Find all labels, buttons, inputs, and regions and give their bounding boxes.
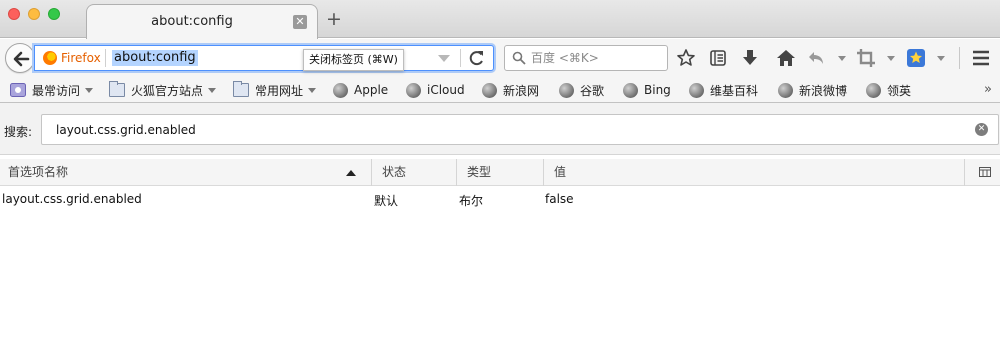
folder-icon xyxy=(233,81,249,97)
globe-icon xyxy=(559,82,574,98)
globe-icon xyxy=(482,82,497,98)
bookmark-most-visited[interactable]: 最常访问 xyxy=(10,81,94,99)
favorites-dropdown-icon[interactable] xyxy=(937,56,945,61)
firefox-logo-icon xyxy=(43,51,57,65)
most-visited-icon xyxy=(10,83,26,97)
back-arrow-icon xyxy=(13,51,30,67)
globe-icon xyxy=(406,82,421,98)
bookmark-label: 新浪微博 xyxy=(799,83,848,98)
bookmark-icloud[interactable]: iCloud xyxy=(406,81,465,99)
filter-bar: 搜索: layout.css.grid.enabled ✕ xyxy=(0,103,1000,155)
bookmark-apple[interactable]: Apple xyxy=(333,81,388,99)
url-bar[interactable]: Firefox about:config xyxy=(34,45,494,71)
search-bar[interactable] xyxy=(504,45,668,71)
bookmark-wikipedia[interactable]: 维基百科 xyxy=(689,81,758,99)
globe-icon xyxy=(866,82,881,98)
home-icon[interactable] xyxy=(776,48,796,68)
bookmarks-toolbar: 最常访问 火狐官方站点 常用网址 Apple iCloud 新浪网 谷歌 Bin… xyxy=(0,77,1000,103)
window-zoom-button[interactable] xyxy=(48,8,60,20)
bookmark-label: 谷歌 xyxy=(580,83,605,98)
reload-icon[interactable] xyxy=(467,49,487,67)
bookmark-label: 最常访问 xyxy=(32,83,81,98)
url-divider xyxy=(460,49,461,67)
tab-title: about:config xyxy=(151,14,233,29)
bookmark-bing[interactable]: Bing xyxy=(623,81,671,99)
chevron-down-icon xyxy=(85,87,94,93)
bookmark-google[interactable]: 谷歌 xyxy=(559,81,604,99)
bookmark-label: 维基百科 xyxy=(710,83,759,98)
search-icon xyxy=(512,51,526,65)
clear-search-icon[interactable]: ✕ xyxy=(975,123,988,136)
pref-status: 默认 xyxy=(374,194,399,208)
bookmarks-menu-icon[interactable] xyxy=(708,48,728,68)
favorites-star-icon[interactable] xyxy=(906,48,926,68)
tab-close-icon[interactable]: ✕ xyxy=(293,15,307,29)
column-name[interactable]: 首选项名称 xyxy=(0,159,372,186)
search-value: layout.css.grid.enabled xyxy=(56,123,196,137)
identity-divider xyxy=(105,49,106,67)
column-status[interactable]: 状态 xyxy=(372,159,457,186)
column-status-label: 状态 xyxy=(382,165,407,179)
bookmark-label: 领英 xyxy=(887,83,912,98)
crop-dropdown-icon[interactable] xyxy=(887,56,895,61)
undo-dropdown-icon[interactable] xyxy=(838,56,846,61)
toolbar-separator xyxy=(959,47,960,69)
title-bar: about:config ✕ + xyxy=(0,0,1000,39)
close-tab-tooltip: 关闭标签页 (⌘W) xyxy=(303,49,404,71)
column-value[interactable]: 值 xyxy=(544,159,965,186)
bookmark-folder-firefox-sites[interactable]: 火狐官方站点 xyxy=(109,81,217,99)
more-bookmarks-chevron-icon[interactable]: » xyxy=(984,82,992,97)
bookmark-sina[interactable]: 新浪网 xyxy=(482,81,539,99)
column-value-label: 值 xyxy=(554,165,567,179)
globe-icon xyxy=(333,82,348,98)
bookmark-label: 常用网址 xyxy=(255,83,304,98)
bookmark-label: Apple xyxy=(354,83,389,97)
bookmark-star-icon[interactable] xyxy=(676,48,696,68)
sort-ascending-icon[interactable] xyxy=(346,170,356,176)
bookmark-label: Bing xyxy=(644,83,671,97)
history-dropdown-icon[interactable] xyxy=(438,55,450,62)
pref-value: false xyxy=(545,192,574,206)
table-row[interactable]: layout.css.grid.enabled 默认 布尔 false xyxy=(0,189,1000,211)
window-close-button[interactable] xyxy=(8,8,20,20)
identity-label: Firefox xyxy=(61,51,101,65)
bookmark-label: 新浪网 xyxy=(503,83,540,98)
bookmark-weibo[interactable]: 新浪微博 xyxy=(778,81,847,99)
new-tab-button[interactable]: + xyxy=(326,9,342,29)
chevron-down-icon xyxy=(308,87,317,93)
crop-icon[interactable] xyxy=(856,48,876,68)
column-picker-icon[interactable] xyxy=(979,167,991,177)
bookmark-folder-common-sites[interactable]: 常用网址 xyxy=(233,81,317,99)
chevron-down-icon xyxy=(208,87,217,93)
navigation-toolbar: Firefox about:config xyxy=(0,39,1000,77)
tab-about-config[interactable]: about:config ✕ xyxy=(86,4,318,39)
pref-type: 布尔 xyxy=(459,194,484,208)
folder-icon xyxy=(109,81,125,97)
bookmark-linkedin[interactable]: 领英 xyxy=(866,81,911,99)
identity-box[interactable]: Firefox xyxy=(43,49,101,67)
column-type-label: 类型 xyxy=(467,165,492,179)
bookmark-label: iCloud xyxy=(427,83,465,97)
back-button[interactable] xyxy=(5,43,35,73)
url-input[interactable]: about:config xyxy=(112,50,198,66)
column-header: 首选项名称 状态 类型 值 xyxy=(0,159,1000,186)
globe-icon xyxy=(623,82,638,98)
globe-icon xyxy=(689,82,704,98)
preference-search-input[interactable]: layout.css.grid.enabled ✕ xyxy=(41,114,999,145)
undo-icon[interactable] xyxy=(806,48,826,68)
search-label: 搜索: xyxy=(4,125,33,139)
column-type[interactable]: 类型 xyxy=(457,159,544,186)
bookmark-label: 火狐官方站点 xyxy=(131,83,204,98)
downloads-icon[interactable] xyxy=(740,48,760,68)
globe-icon xyxy=(778,82,793,98)
pref-name: layout.css.grid.enabled xyxy=(2,192,142,206)
hamburger-menu-icon[interactable] xyxy=(971,48,991,68)
column-name-label: 首选项名称 xyxy=(8,165,69,179)
window-minimize-button[interactable] xyxy=(28,8,40,20)
about-config-page: 搜索: layout.css.grid.enabled ✕ 首选项名称 状态 类… xyxy=(0,103,1000,346)
search-input[interactable] xyxy=(531,49,661,67)
